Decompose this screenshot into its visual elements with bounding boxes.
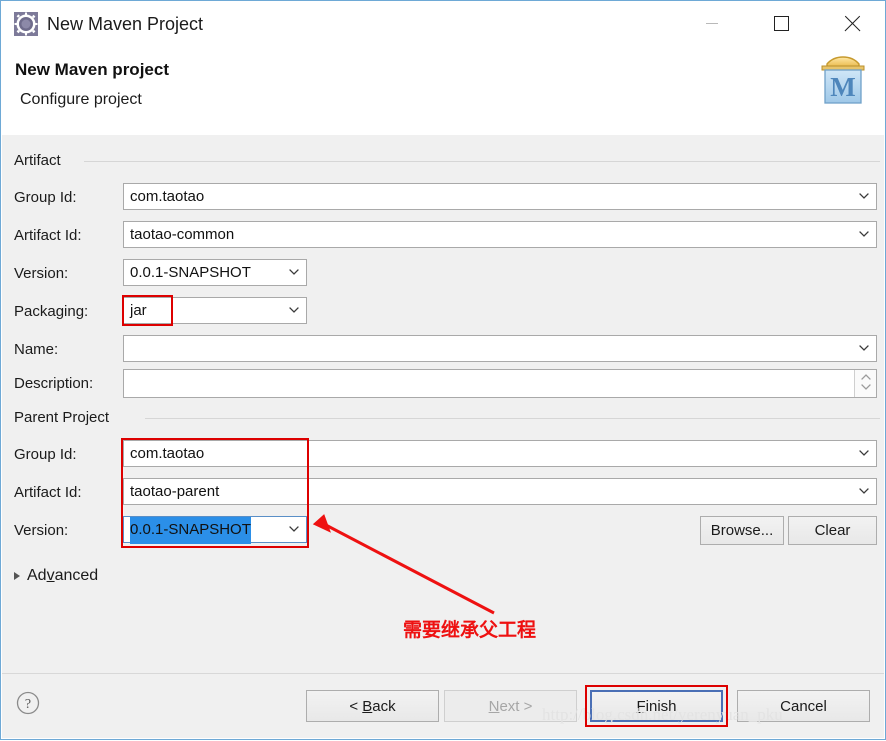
parent-version-label: Version: — [14, 522, 69, 539]
browse-button-label: Browse... — [710, 522, 774, 539]
artifact-group-id-value: com.taotao — [130, 188, 205, 205]
artifact-group-id-label: Group Id: — [14, 189, 77, 206]
chevron-down-icon[interactable] — [861, 384, 871, 390]
advanced-disclosure[interactable]: Advanced — [14, 567, 98, 585]
artifact-artifact-id-input[interactable]: taotao-common — [123, 221, 877, 248]
chevron-down-icon[interactable] — [859, 193, 869, 199]
advanced-label: Advanced — [27, 567, 99, 584]
artifact-artifact-id-value: taotao-common — [130, 226, 235, 243]
dialog-footer: ? < Back Next > Finish Cancel http://blo… — [2, 673, 884, 738]
dialog-body: Artifact Group Id: com.taotao Artifact I… — [2, 135, 884, 675]
chevron-down-icon[interactable] — [289, 269, 299, 275]
artifact-version-value: 0.0.1-SNAPSHOT — [130, 264, 251, 281]
clear-button[interactable]: Clear — [788, 516, 877, 545]
wizard-header: New Maven project Configure project M — [2, 46, 884, 136]
svg-text:M: M — [830, 72, 855, 102]
svg-text:?: ? — [25, 697, 31, 712]
parent-group-label: Parent Project — [14, 409, 117, 426]
chevron-down-icon[interactable] — [859, 231, 869, 237]
parent-artifact-id-input[interactable]: taotao-parent — [123, 478, 877, 505]
artifact-packaging-label: Packaging: — [14, 303, 89, 320]
artifact-name-label: Name: — [14, 341, 59, 358]
maximize-icon — [773, 16, 789, 31]
maven-gear-icon — [13, 11, 39, 37]
maximize-button[interactable] — [758, 1, 804, 46]
chevron-down-icon[interactable] — [289, 307, 299, 313]
watermark-text: http://blog.csdn.net/yerenyuan_pku — [542, 705, 783, 724]
parent-group-id-label: Group Id: — [14, 446, 77, 463]
title-bar: New Maven Project — [1, 1, 885, 46]
artifact-artifact-id-label: Artifact Id: — [14, 227, 82, 244]
artifact-version-input[interactable]: 0.0.1-SNAPSHOT — [123, 259, 307, 286]
parent-artifact-id-value: taotao-parent — [130, 483, 220, 500]
artifact-name-input[interactable] — [123, 335, 877, 362]
parent-version-value: 0.0.1-SNAPSHOT — [130, 517, 251, 544]
new-maven-project-dialog: New Maven Project New Maven project Conf… — [0, 0, 886, 740]
window-title: New Maven Project — [47, 14, 204, 34]
chevron-up-icon[interactable] — [861, 374, 871, 380]
next-button-label: Next > — [488, 697, 533, 715]
chevron-right-icon — [14, 572, 20, 580]
artifact-description-label: Description: — [14, 375, 94, 392]
parent-group-divider — [145, 418, 880, 419]
page-subtitle: Configure project — [20, 91, 142, 108]
maven-logo-icon: M — [814, 54, 872, 108]
chevron-down-icon[interactable] — [289, 526, 299, 532]
parent-group-id-input[interactable]: com.taotao — [123, 440, 877, 467]
artifact-version-label: Version: — [14, 265, 69, 282]
artifact-group-label: Artifact — [14, 152, 68, 169]
help-icon[interactable]: ? — [15, 690, 41, 716]
back-button[interactable]: < Back — [306, 690, 439, 722]
browse-button[interactable]: Browse... — [700, 516, 784, 545]
close-button[interactable] — [829, 1, 875, 46]
description-scrollbar[interactable] — [854, 370, 876, 397]
cancel-button-label: Cancel — [780, 697, 827, 715]
minimize-button[interactable] — [689, 1, 735, 46]
minimize-icon — [706, 23, 718, 24]
parent-artifact-id-label: Artifact Id: — [14, 484, 82, 501]
artifact-description-input[interactable] — [123, 369, 877, 398]
artifact-packaging-value: jar — [130, 302, 147, 319]
artifact-group-id-input[interactable]: com.taotao — [123, 183, 877, 210]
chevron-down-icon[interactable] — [859, 450, 869, 456]
clear-button-label: Clear — [814, 522, 851, 539]
page-title: New Maven project — [15, 60, 169, 79]
artifact-packaging-input[interactable]: jar — [123, 297, 307, 324]
artifact-group-divider — [84, 161, 880, 162]
parent-version-input[interactable]: 0.0.1-SNAPSHOT — [123, 516, 307, 544]
close-icon — [843, 15, 861, 33]
back-button-label: < Back — [349, 697, 396, 715]
annotation-note: 需要继承父工程 — [403, 619, 537, 641]
chevron-down-icon[interactable] — [859, 345, 869, 351]
chevron-down-icon[interactable] — [859, 488, 869, 494]
parent-group-id-value: com.taotao — [130, 445, 205, 462]
